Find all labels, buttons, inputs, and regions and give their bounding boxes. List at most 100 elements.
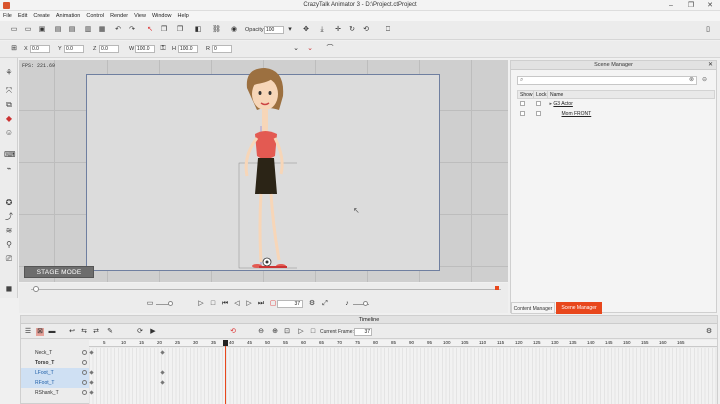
timeline-stop-icon[interactable]: □ — [309, 328, 317, 336]
play-range-icon[interactable]: ▶ — [149, 328, 157, 336]
character-mom-front[interactable] — [227, 66, 297, 272]
stage-mode-button[interactable]: STAGE MODE — [24, 266, 94, 278]
track-row[interactable]: Neck_T — [21, 348, 89, 358]
align-bottom-icon[interactable]: ⤓ — [318, 26, 326, 34]
visibility-eye-icon[interactable]: ◉ — [230, 26, 238, 34]
z-input[interactable]: 0.0 — [99, 45, 119, 53]
layer-icon[interactable]: ▬ — [48, 328, 56, 336]
show-checkbox[interactable] — [519, 110, 525, 116]
scrub-handle[interactable] — [33, 286, 39, 292]
copy-icon[interactable]: ❐ — [160, 26, 168, 34]
w-input[interactable]: 100.0 — [135, 45, 155, 53]
track-row[interactable]: LFoot_T — [21, 368, 89, 378]
minimize-button[interactable]: – — [664, 0, 678, 11]
menu-create[interactable]: Create — [30, 11, 53, 21]
keyboard-icon[interactable]: ⌨ — [4, 150, 16, 159]
volume-icon[interactable]: ♪ — [343, 300, 351, 308]
edit-key-icon[interactable]: ✎ — [106, 328, 114, 336]
tab-content-manager[interactable]: Content Manager — [511, 302, 555, 314]
key-copy-icon[interactable]: ⇄ — [92, 328, 100, 336]
bone-tool-icon[interactable]: ⤧ — [4, 86, 14, 95]
opacity-dropdown-icon[interactable]: ▾ — [286, 26, 294, 34]
composer-tool-icon[interactable]: ⧉ — [4, 100, 14, 109]
panel-close-icon[interactable]: ✕ — [708, 61, 713, 70]
flip-icon[interactable]: ◧ — [194, 26, 202, 34]
actor-tool-icon[interactable]: ⚘ — [4, 68, 14, 77]
camera-tool-icon[interactable]: ⎚ — [4, 254, 14, 263]
settings-icon[interactable]: ▦ — [98, 26, 106, 34]
loop-icon[interactable]: ▢ — [269, 300, 277, 308]
move-tool-icon[interactable]: ✥ — [302, 26, 310, 34]
rotate-key-icon[interactable]: ⟳ — [136, 328, 144, 336]
x-input[interactable]: 0.0 — [30, 45, 50, 53]
first-frame-icon[interactable]: ⏮ — [221, 300, 229, 308]
timeline-settings-icon[interactable]: ⚙ — [705, 328, 713, 336]
scene-tree-row[interactable]: ▸ G3 Actor — [518, 99, 715, 109]
show-checkbox[interactable] — [519, 100, 525, 106]
frame-input[interactable]: 37 — [277, 300, 303, 308]
play-icon[interactable]: ▷ — [197, 300, 205, 308]
collapse-icon[interactable]: ⊖ — [702, 76, 707, 83]
stage-viewport[interactable]: FPS: 221.69 ↖ STAGE MODE — [19, 60, 508, 282]
move-all-icon[interactable]: ✛ — [334, 26, 342, 34]
paste-icon[interactable]: ❐ — [176, 26, 184, 34]
puppet-tool-icon[interactable]: ✪ — [4, 198, 14, 207]
timeline-ruler[interactable]: 5 10 15 20 25 30 35 40 45 50 55 60 65 70… — [89, 340, 717, 347]
r-input[interactable]: 0 — [212, 45, 232, 53]
export-icon[interactable]: ▤ — [68, 26, 76, 34]
h-input[interactable]: 100.0 — [178, 45, 198, 53]
next-frame-icon[interactable]: ▷ — [245, 300, 253, 308]
zoom-out-icon[interactable]: ⊖ — [257, 328, 265, 336]
close-button[interactable]: ✕ — [703, 0, 717, 11]
zoom-in-icon[interactable]: ⊕ — [271, 328, 279, 336]
fullscreen-icon[interactable]: ⤢ — [321, 300, 329, 308]
menu-view[interactable]: View — [131, 11, 149, 21]
camera-icon[interactable]: ⎕ — [384, 26, 392, 34]
maximize-button[interactable]: ❐ — [684, 0, 698, 11]
track-row[interactable]: RShank_T — [21, 388, 89, 398]
menu-file[interactable]: File — [0, 11, 15, 21]
zoom-fit-icon[interactable]: ⊡ — [283, 328, 291, 336]
select-tool-icon[interactable]: ↖ — [146, 26, 154, 34]
open-file-icon[interactable]: ▭ — [24, 26, 32, 34]
opacity-input[interactable]: 100 — [264, 26, 284, 34]
scrub-track[interactable] — [31, 289, 501, 290]
import-icon[interactable]: ▤ — [54, 26, 62, 34]
menu-edit[interactable]: Edit — [15, 11, 30, 21]
rotate-icon[interactable]: ↻ — [348, 26, 356, 34]
y-input[interactable]: 0.0 — [64, 45, 84, 53]
lock-checkbox[interactable] — [535, 100, 541, 106]
playhead-handle[interactable] — [223, 340, 228, 346]
track-toggle-icon[interactable] — [82, 350, 87, 355]
menu-render[interactable]: Render — [107, 11, 131, 21]
volume-slider-handle[interactable] — [363, 301, 368, 306]
panel-menu-icon[interactable]: ▯ — [704, 26, 712, 34]
undo-icon[interactable]: ↶ — [114, 26, 122, 34]
track-toggle-icon[interactable] — [82, 370, 87, 375]
tab-scene-manager[interactable]: Scene Manager — [556, 302, 602, 314]
current-frame-input[interactable]: 37 — [354, 328, 372, 336]
track-list-icon[interactable]: ☰ — [24, 328, 32, 336]
save-icon[interactable]: ▣ — [38, 26, 46, 34]
timeline-track-grid[interactable] — [89, 348, 717, 404]
ease-in-icon[interactable]: ⌄ — [292, 45, 300, 53]
path-tool-icon[interactable]: ⤴ — [4, 212, 14, 221]
search-clear-icon[interactable]: ⊗ — [689, 76, 694, 83]
settings-gear-icon[interactable]: ⚙ — [308, 300, 316, 308]
reset-icon[interactable]: ⟲ — [362, 26, 370, 34]
stop-icon[interactable]: □ — [209, 300, 217, 308]
wave-tool-icon[interactable]: ≋ — [4, 226, 14, 235]
track-row[interactable]: Torso_T — [21, 358, 89, 368]
track-toggle-icon[interactable] — [82, 380, 87, 385]
redo-icon[interactable]: ↷ — [128, 26, 136, 34]
grid-icon[interactable]: ⊞ — [10, 45, 18, 53]
menu-window[interactable]: Window — [149, 11, 175, 21]
face-tool-icon[interactable]: ☺ — [4, 128, 14, 137]
loop-track-icon[interactable]: ↩ — [68, 328, 76, 336]
speed-slider-handle[interactable] — [168, 301, 173, 306]
menu-help[interactable]: Help — [175, 11, 192, 21]
track-toggle-icon[interactable] — [82, 390, 87, 395]
track-row[interactable]: RFoot_T — [21, 378, 89, 388]
menu-control[interactable]: Control — [83, 11, 107, 21]
ease-out-icon[interactable]: ⌄ — [306, 45, 314, 53]
